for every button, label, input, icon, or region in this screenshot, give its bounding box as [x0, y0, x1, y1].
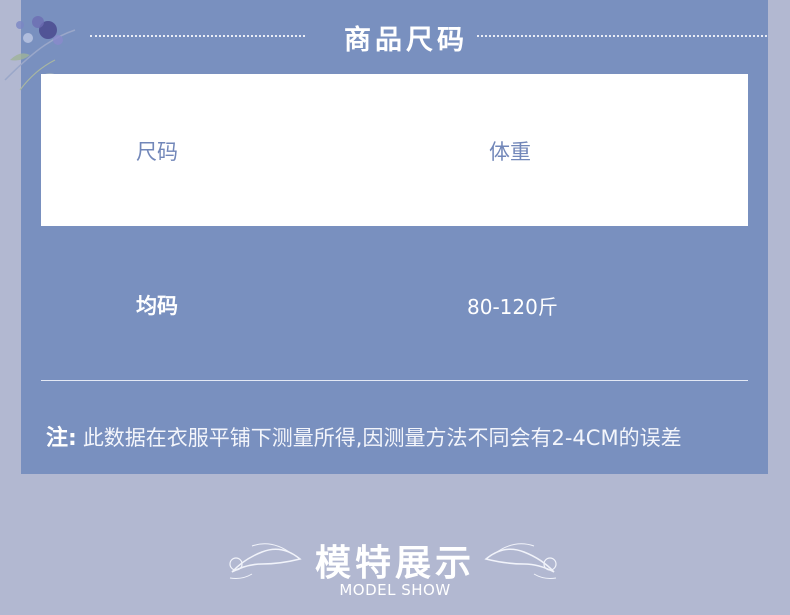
section-title: 商品尺码 — [344, 25, 468, 56]
header-divider-left — [90, 35, 305, 37]
left-flourish-icon — [229, 543, 302, 579]
cell-size: 均码 — [136, 294, 178, 318]
size-panel — [21, 0, 768, 474]
note-text: 此数据在衣服平铺下测量所得,因测量方法不同会有2-4CM的误差 — [82, 426, 682, 450]
size-chart-page: 商品尺码 尺码 体重 均码 80-120斤 注: 此数据在衣服平铺下测量所得,因测… — [0, 0, 790, 615]
model-show-header: 模特展示 MODEL SHOW — [0, 530, 790, 610]
column-header-weight: 体重 — [489, 140, 531, 164]
model-show-subtitle: MODEL SHOW — [339, 581, 451, 599]
table-divider — [41, 380, 748, 381]
column-header-size: 尺码 — [136, 140, 178, 164]
model-show-title: 模特展示 — [314, 542, 475, 584]
section-header: 商品尺码 — [0, 14, 790, 58]
cell-weight: 80-120斤 — [467, 295, 558, 319]
measurement-note: 注: 此数据在衣服平铺下测量所得,因测量方法不同会有2-4CM的误差 — [46, 420, 682, 452]
table-header-row: 尺码 体重 — [41, 74, 748, 226]
header-divider-right — [477, 35, 767, 37]
note-label: 注: — [46, 426, 77, 451]
right-flourish-icon — [484, 543, 557, 579]
